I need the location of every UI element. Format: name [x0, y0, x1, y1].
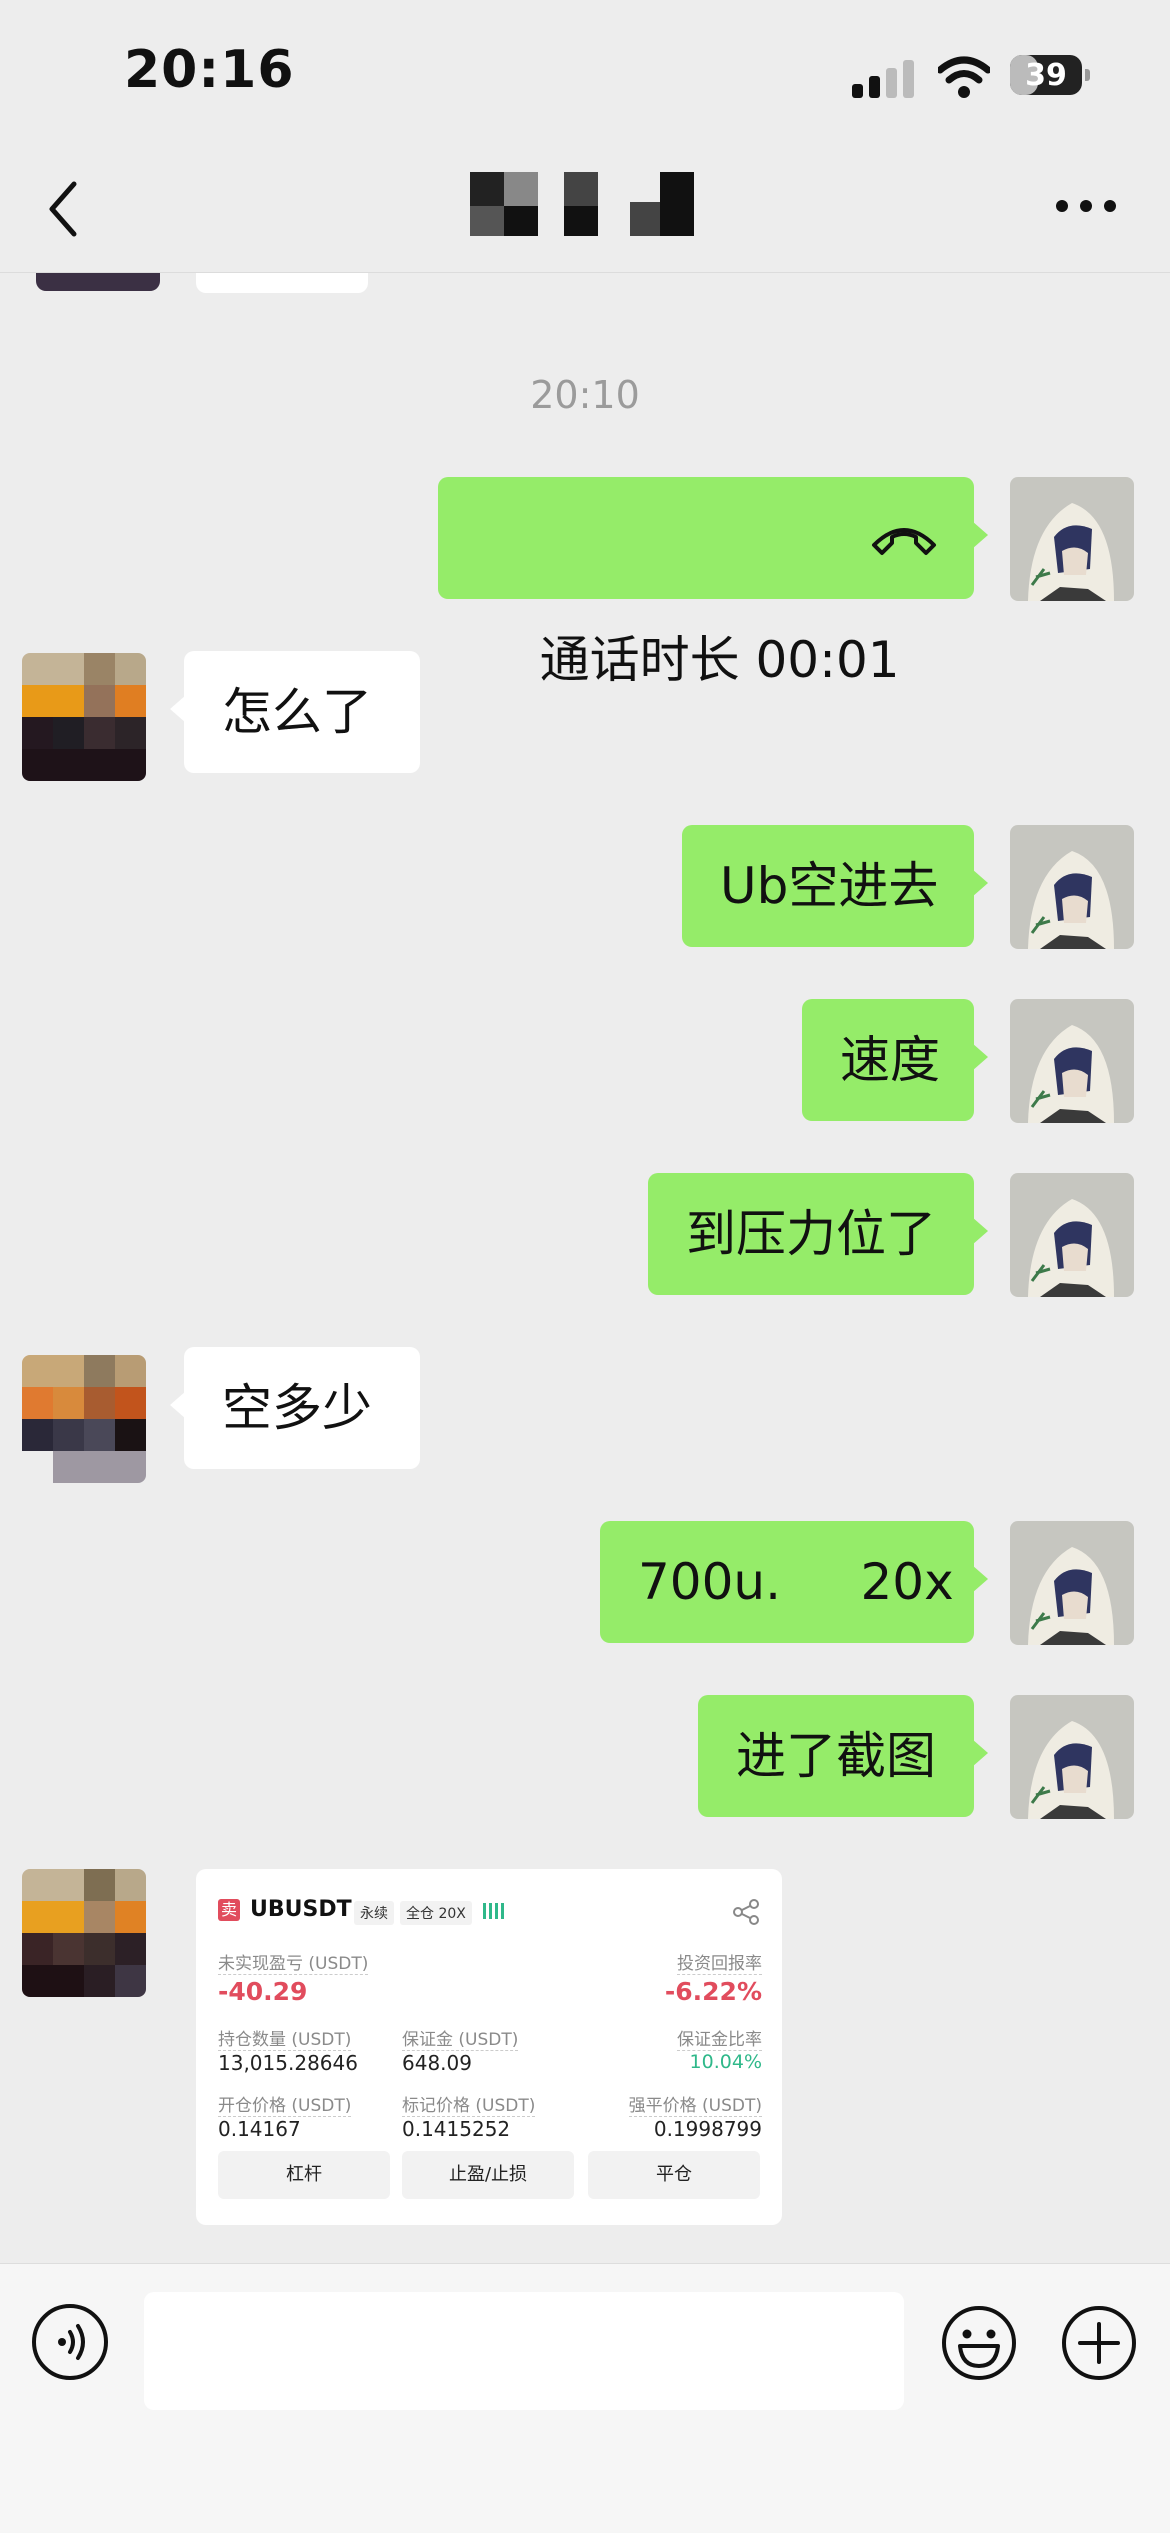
contact-avatar-partial[interactable] [36, 273, 160, 291]
my-avatar[interactable] [1010, 1695, 1134, 1819]
my-avatar[interactable] [1010, 1173, 1134, 1297]
close-position-button[interactable]: 平仓 [588, 2151, 760, 2199]
tp-sl-button[interactable]: 止盈/止损 [402, 2151, 574, 2199]
entry-price-label: 开仓价格 (USDT) [218, 2091, 352, 2117]
back-arrow-icon[interactable] [40, 174, 90, 244]
voice-input-icon[interactable] [32, 2304, 108, 2380]
liq-price-value: 0.1998799 [653, 2117, 762, 2141]
share-icon[interactable] [732, 1899, 760, 1925]
battery-level: 39 [1025, 58, 1067, 93]
call-duration-text: 通话时长 00:01 [539, 631, 900, 689]
margin-label: 保证金 (USDT) [402, 2025, 519, 2051]
previous-message-bubble [196, 273, 368, 293]
emoji-icon[interactable] [940, 2304, 1018, 2382]
outgoing-message-bubble[interactable]: 速度 [802, 999, 988, 1121]
position-qty-label: 持仓数量 (USDT) [218, 2025, 352, 2051]
position-screenshot-card[interactable]: 卖 UBUSDT 永续 全仓 20X 未实现盈亏 (USDT) -40.29 投… [196, 1869, 782, 2225]
my-avatar[interactable] [1010, 1521, 1134, 1645]
status-bar: 20:16 39 [0, 0, 1170, 150]
entry-price-value: 0.14167 [218, 2117, 301, 2141]
sell-badge: 卖 [218, 1899, 240, 1921]
roi-value: -6.22% [664, 1977, 762, 2006]
chat-message-list[interactable]: 20:10 通话时长 00:01 怎么了 Ub空进去 速度 到压力位了 空多少 … [0, 273, 1170, 2263]
margin-value: 648.09 [402, 2051, 472, 2075]
contact-avatar-pixelated[interactable] [22, 1869, 146, 1997]
incoming-message-bubble[interactable]: 空多少 [170, 1347, 420, 1469]
position-qty-value: 13,015.28646 [218, 2051, 358, 2075]
outgoing-message-bubble[interactable]: 到压力位了 [648, 1173, 988, 1295]
message-timestamp: 20:10 [530, 373, 640, 417]
cellular-signal-icon [852, 60, 916, 98]
clock: 20:16 [124, 40, 295, 100]
unrealized-pnl-label: 未实现盈亏 (USDT) [218, 1949, 369, 1975]
contact-name-pixelated [470, 172, 700, 242]
roi-label: 投资回报率 [677, 1949, 762, 1975]
margin-mode-tag: 全仓 20X [400, 1901, 472, 1925]
phone-hangup-icon [872, 528, 936, 555]
contact-avatar-pixelated[interactable] [22, 653, 146, 781]
leverage-button[interactable]: 杠杆 [218, 2151, 390, 2199]
margin-ratio-value: 10.04% [689, 2051, 762, 2073]
message-input-bar [0, 2263, 1170, 2533]
margin-ratio-label: 保证金比率 [677, 2025, 762, 2051]
message-text-input[interactable] [144, 2292, 904, 2410]
contact-avatar-pixelated[interactable] [22, 1355, 146, 1483]
battery-icon: 39 [1010, 55, 1090, 95]
unrealized-pnl-value: -40.29 [218, 1977, 308, 2006]
call-record-bubble[interactable]: 通话时长 00:01 [438, 477, 988, 689]
outgoing-message-bubble[interactable]: 700u. 20x [600, 1521, 988, 1643]
more-options-icon[interactable] [1056, 200, 1116, 214]
my-avatar[interactable] [1010, 999, 1134, 1123]
contract-type-tag: 永续 [354, 1901, 394, 1925]
wifi-icon [938, 56, 990, 98]
signal-bars-icon [483, 1903, 504, 1919]
my-avatar[interactable] [1010, 825, 1134, 949]
outgoing-message-bubble[interactable]: Ub空进去 [682, 825, 988, 947]
contract-symbol: UBUSDT [250, 1897, 352, 1922]
chat-header [0, 150, 1170, 273]
plus-icon[interactable] [1060, 2304, 1138, 2382]
outgoing-message-bubble[interactable]: 进了截图 [698, 1695, 988, 1817]
incoming-message-bubble[interactable]: 怎么了 [170, 651, 420, 773]
liq-price-label: 强平价格 (USDT) [628, 2091, 762, 2117]
mark-price-value: 0.1415252 [402, 2117, 511, 2141]
mark-price-label: 标记价格 (USDT) [402, 2091, 536, 2117]
my-avatar[interactable] [1010, 477, 1134, 601]
